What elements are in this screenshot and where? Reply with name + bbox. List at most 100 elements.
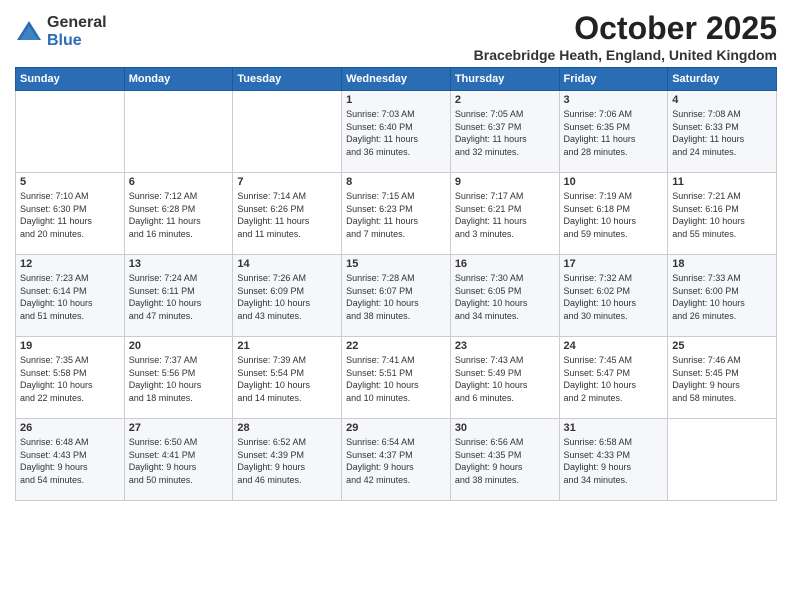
day-info: Sunrise: 7:26 AM Sunset: 6:09 PM Dayligh… [237, 272, 337, 322]
day-info: Sunrise: 7:15 AM Sunset: 6:23 PM Dayligh… [346, 190, 446, 240]
day-cell: 28 Sunrise: 6:52 AM Sunset: 4:39 PM Dayli… [233, 419, 342, 501]
week-row-5: 26 Sunrise: 6:48 AM Sunset: 4:43 PM Dayli… [16, 419, 777, 501]
day-info: Sunrise: 6:54 AM Sunset: 4:37 PM Dayligh… [346, 436, 446, 486]
day-info: Sunrise: 7:06 AM Sunset: 6:35 PM Dayligh… [564, 108, 664, 158]
day-info: Sunrise: 7:17 AM Sunset: 6:21 PM Dayligh… [455, 190, 555, 240]
day-cell: 9 Sunrise: 7:17 AM Sunset: 6:21 PM Daylig… [450, 173, 559, 255]
day-info: Sunrise: 7:21 AM Sunset: 6:16 PM Dayligh… [672, 190, 772, 240]
day-cell: 4 Sunrise: 7:08 AM Sunset: 6:33 PM Daylig… [668, 91, 777, 173]
day-number: 13 [129, 258, 229, 270]
day-info: Sunrise: 7:46 AM Sunset: 5:45 PM Dayligh… [672, 354, 772, 404]
day-number: 25 [672, 340, 772, 352]
day-number: 5 [20, 176, 120, 188]
calendar-table: Sunday Monday Tuesday Wednesday Thursday… [15, 67, 777, 501]
day-info: Sunrise: 6:50 AM Sunset: 4:41 PM Dayligh… [129, 436, 229, 486]
day-number: 12 [20, 258, 120, 270]
day-cell: 6 Sunrise: 7:12 AM Sunset: 6:28 PM Daylig… [124, 173, 233, 255]
day-number: 18 [672, 258, 772, 270]
day-number: 31 [564, 422, 664, 434]
day-number: 1 [346, 94, 446, 106]
day-cell: 1 Sunrise: 7:03 AM Sunset: 6:40 PM Daylig… [342, 91, 451, 173]
day-number: 4 [672, 94, 772, 106]
day-cell: 23 Sunrise: 7:43 AM Sunset: 5:49 PM Dayli… [450, 337, 559, 419]
day-info: Sunrise: 7:39 AM Sunset: 5:54 PM Dayligh… [237, 354, 337, 404]
day-cell: 3 Sunrise: 7:06 AM Sunset: 6:35 PM Daylig… [559, 91, 668, 173]
logo: General Blue [15, 14, 107, 49]
day-number: 22 [346, 340, 446, 352]
header-wednesday: Wednesday [342, 68, 451, 91]
week-row-1: 1 Sunrise: 7:03 AM Sunset: 6:40 PM Daylig… [16, 91, 777, 173]
day-cell [233, 91, 342, 173]
subtitle: Bracebridge Heath, England, United Kingd… [474, 47, 777, 63]
day-info: Sunrise: 7:05 AM Sunset: 6:37 PM Dayligh… [455, 108, 555, 158]
day-cell: 31 Sunrise: 6:58 AM Sunset: 4:33 PM Dayli… [559, 419, 668, 501]
day-number: 17 [564, 258, 664, 270]
day-info: Sunrise: 6:48 AM Sunset: 4:43 PM Dayligh… [20, 436, 120, 486]
day-info: Sunrise: 7:41 AM Sunset: 5:51 PM Dayligh… [346, 354, 446, 404]
day-info: Sunrise: 7:32 AM Sunset: 6:02 PM Dayligh… [564, 272, 664, 322]
day-info: Sunrise: 6:56 AM Sunset: 4:35 PM Dayligh… [455, 436, 555, 486]
day-cell [668, 419, 777, 501]
day-cell: 29 Sunrise: 6:54 AM Sunset: 4:37 PM Dayli… [342, 419, 451, 501]
day-number: 10 [564, 176, 664, 188]
week-row-3: 12 Sunrise: 7:23 AM Sunset: 6:14 PM Dayli… [16, 255, 777, 337]
day-number: 15 [346, 258, 446, 270]
day-cell: 27 Sunrise: 6:50 AM Sunset: 4:41 PM Dayli… [124, 419, 233, 501]
day-info: Sunrise: 7:12 AM Sunset: 6:28 PM Dayligh… [129, 190, 229, 240]
day-number: 14 [237, 258, 337, 270]
day-number: 2 [455, 94, 555, 106]
day-number: 9 [455, 176, 555, 188]
day-info: Sunrise: 7:37 AM Sunset: 5:56 PM Dayligh… [129, 354, 229, 404]
day-cell: 15 Sunrise: 7:28 AM Sunset: 6:07 PM Dayli… [342, 255, 451, 337]
day-info: Sunrise: 7:30 AM Sunset: 6:05 PM Dayligh… [455, 272, 555, 322]
day-cell: 25 Sunrise: 7:46 AM Sunset: 5:45 PM Dayli… [668, 337, 777, 419]
day-number: 29 [346, 422, 446, 434]
day-cell: 24 Sunrise: 7:45 AM Sunset: 5:47 PM Dayli… [559, 337, 668, 419]
day-cell: 10Sunrise: 7:19 AM Sunset: 6:18 PM Dayli… [559, 173, 668, 255]
day-cell: 5 Sunrise: 7:10 AM Sunset: 6:30 PM Daylig… [16, 173, 125, 255]
logo-icon [15, 18, 43, 46]
day-number: 28 [237, 422, 337, 434]
logo-blue-label: Blue [47, 32, 107, 50]
day-cell: 21 Sunrise: 7:39 AM Sunset: 5:54 PM Dayli… [233, 337, 342, 419]
day-number: 3 [564, 94, 664, 106]
logo-text: General Blue [47, 14, 107, 49]
day-number: 20 [129, 340, 229, 352]
day-cell: 30 Sunrise: 6:56 AM Sunset: 4:35 PM Dayli… [450, 419, 559, 501]
day-info: Sunrise: 7:03 AM Sunset: 6:40 PM Dayligh… [346, 108, 446, 158]
day-info: Sunrise: 7:33 AM Sunset: 6:00 PM Dayligh… [672, 272, 772, 322]
header: General Blue October 2025 Bracebridge He… [15, 10, 777, 63]
day-cell: 11Sunrise: 7:21 AM Sunset: 6:16 PM Dayli… [668, 173, 777, 255]
day-info: Sunrise: 7:43 AM Sunset: 5:49 PM Dayligh… [455, 354, 555, 404]
day-number: 27 [129, 422, 229, 434]
day-cell: 8 Sunrise: 7:15 AM Sunset: 6:23 PM Daylig… [342, 173, 451, 255]
day-number: 24 [564, 340, 664, 352]
day-number: 8 [346, 176, 446, 188]
day-number: 7 [237, 176, 337, 188]
day-cell: 22 Sunrise: 7:41 AM Sunset: 5:51 PM Dayli… [342, 337, 451, 419]
week-row-2: 5 Sunrise: 7:10 AM Sunset: 6:30 PM Daylig… [16, 173, 777, 255]
header-monday: Monday [124, 68, 233, 91]
day-cell: 19Sunrise: 7:35 AM Sunset: 5:58 PM Dayli… [16, 337, 125, 419]
day-info: Sunrise: 6:52 AM Sunset: 4:39 PM Dayligh… [237, 436, 337, 486]
day-info: Sunrise: 7:28 AM Sunset: 6:07 PM Dayligh… [346, 272, 446, 322]
month-title: October 2025 [474, 10, 777, 47]
day-info: Sunrise: 6:58 AM Sunset: 4:33 PM Dayligh… [564, 436, 664, 486]
header-row: Sunday Monday Tuesday Wednesday Thursday… [16, 68, 777, 91]
day-info: Sunrise: 7:10 AM Sunset: 6:30 PM Dayligh… [20, 190, 120, 240]
header-friday: Friday [559, 68, 668, 91]
day-number: 23 [455, 340, 555, 352]
title-section: October 2025 Bracebridge Heath, England,… [474, 10, 777, 63]
day-number: 30 [455, 422, 555, 434]
day-cell: 16Sunrise: 7:30 AM Sunset: 6:05 PM Dayli… [450, 255, 559, 337]
day-info: Sunrise: 7:45 AM Sunset: 5:47 PM Dayligh… [564, 354, 664, 404]
day-cell: 14 Sunrise: 7:26 AM Sunset: 6:09 PM Dayli… [233, 255, 342, 337]
week-row-4: 19Sunrise: 7:35 AM Sunset: 5:58 PM Dayli… [16, 337, 777, 419]
day-number: 21 [237, 340, 337, 352]
day-info: Sunrise: 7:24 AM Sunset: 6:11 PM Dayligh… [129, 272, 229, 322]
day-info: Sunrise: 7:14 AM Sunset: 6:26 PM Dayligh… [237, 190, 337, 240]
day-info: Sunrise: 7:23 AM Sunset: 6:14 PM Dayligh… [20, 272, 120, 322]
day-number: 26 [20, 422, 120, 434]
day-number: 6 [129, 176, 229, 188]
day-info: Sunrise: 7:08 AM Sunset: 6:33 PM Dayligh… [672, 108, 772, 158]
